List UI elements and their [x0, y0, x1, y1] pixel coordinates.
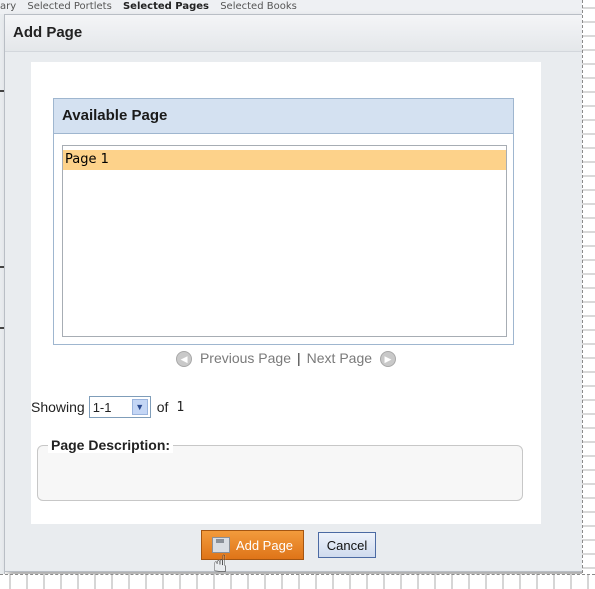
available-page-box: Available Page Page 1: [53, 98, 514, 345]
background-tab: Selected Pages: [122, 1, 209, 12]
background-tab: Selected Books: [220, 1, 297, 12]
available-page-list[interactable]: Page 1: [62, 145, 507, 337]
cancel-button[interactable]: Cancel: [318, 532, 376, 558]
dialog-content-panel: Available Page Page 1 ◀ Previous Page | Ne…: [31, 62, 541, 524]
torn-edge-bottom: [0, 574, 595, 589]
pager: ◀ Previous Page | Next Page ▶: [31, 350, 541, 368]
background-tab: Selected Portlets: [27, 1, 112, 12]
background-tab-strip: ary Selected Portlets Selected Pages Sel…: [0, 0, 595, 15]
of-label: of: [156, 399, 169, 415]
add-page-button-label: Add Page: [235, 537, 294, 553]
available-page-header: Available Page: [54, 99, 513, 134]
next-page-link[interactable]: Next Page: [307, 350, 372, 366]
left-arrow-circle-icon[interactable]: ◀: [176, 351, 193, 368]
range-select-value: 1-1: [92, 399, 112, 415]
torn-edge-right: [582, 0, 595, 588]
page-description-fieldset: Page Description:: [37, 437, 523, 501]
cancel-button-label: Cancel: [326, 537, 368, 553]
right-arrow-circle-icon[interactable]: ▶: [379, 351, 396, 368]
background-tab: ary: [0, 1, 17, 12]
showing-label: Showing: [31, 399, 85, 415]
dialog-title: Add Page: [5, 15, 585, 52]
pager-separator: |: [297, 350, 301, 366]
chevron-down-icon[interactable]: ▼: [131, 399, 148, 415]
showing-row: Showing 1-1 ▼ of 1: [31, 396, 184, 418]
page-description-legend: Page Description:: [48, 437, 174, 453]
range-select[interactable]: 1-1 ▼: [88, 396, 151, 418]
list-item-page-1[interactable]: Page 1: [63, 150, 506, 170]
add-page-dialog: Add Page Available Page Page 1 ◀ Previou…: [4, 14, 586, 578]
total-count: 1: [176, 399, 185, 415]
previous-page-link[interactable]: Previous Page: [200, 350, 291, 366]
dialog-actions: Add Page Cancel ☝: [5, 530, 585, 578]
